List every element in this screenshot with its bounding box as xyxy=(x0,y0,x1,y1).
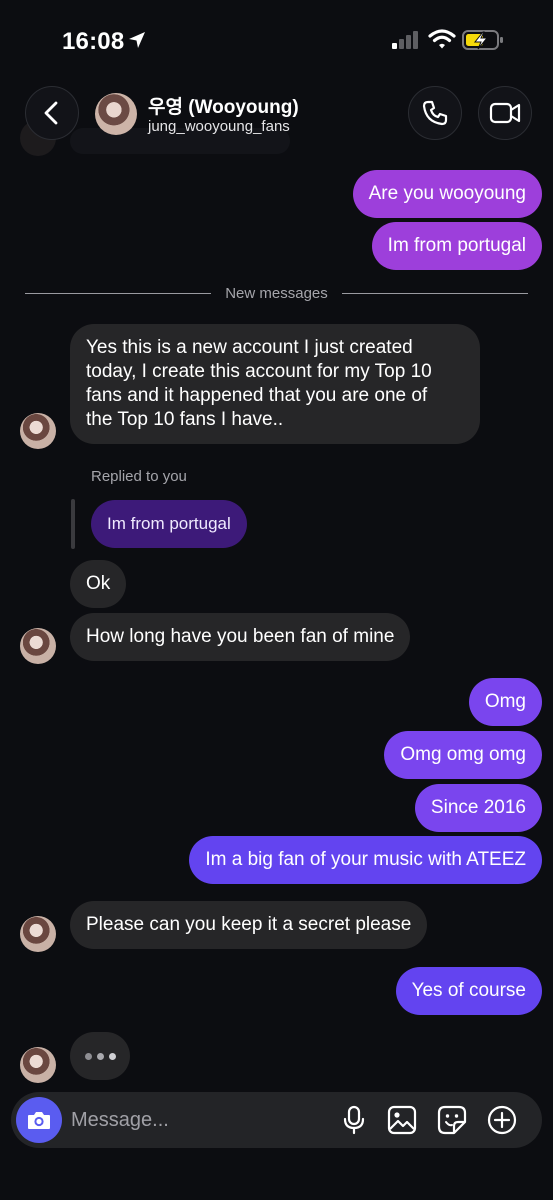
message-text: Since 2016 xyxy=(430,797,526,818)
message-text: Please can you keep it a secret please xyxy=(86,914,412,935)
contact-avatar[interactable] xyxy=(95,93,137,135)
message-text: Im from portugal xyxy=(387,235,526,256)
cellular-signal-icon xyxy=(392,31,418,49)
message-text-line: fans and it happened that you are one of xyxy=(86,385,428,406)
typing-indicator xyxy=(70,1032,130,1080)
contact-username[interactable]: jung_wooyoung_fans xyxy=(148,118,290,135)
incoming-message[interactable]: How long have you been fan of mine xyxy=(70,613,411,661)
incoming-message[interactable]: Ok xyxy=(70,560,127,608)
image-icon xyxy=(387,1105,417,1135)
message-text: Omg omg omg xyxy=(400,744,526,765)
message-text-line: the Top 10 fans I have.. xyxy=(86,409,284,430)
sticker-icon xyxy=(437,1105,467,1135)
message-text-line: today, I create this account for my Top … xyxy=(86,361,432,382)
divider-line-right xyxy=(342,293,528,294)
message-text: Im from portugal xyxy=(107,514,231,533)
sender-avatar[interactable] xyxy=(20,1047,56,1083)
outgoing-message[interactable]: Im from portugal xyxy=(371,222,542,270)
message-text: Omg xyxy=(484,691,526,712)
replied-to-you-label: Replied to you xyxy=(91,468,187,485)
incoming-message[interactable]: Yes this is a new account I just created… xyxy=(70,324,480,444)
outgoing-message[interactable]: Im a big fan of your music with ATEEZ xyxy=(189,836,542,884)
sender-avatar[interactable] xyxy=(20,916,56,952)
back-button[interactable] xyxy=(25,86,79,140)
message-text: How long have you been fan of mine xyxy=(86,626,395,647)
outgoing-message[interactable]: Are you wooyoung xyxy=(352,170,542,218)
typing-dot xyxy=(108,1052,116,1060)
chevron-left-icon xyxy=(44,101,58,125)
camera-button[interactable] xyxy=(16,1097,62,1143)
message-text-line: Yes this is a new account I just created xyxy=(86,337,413,358)
typing-dot xyxy=(84,1052,92,1060)
location-arrow-icon xyxy=(129,32,145,48)
gallery-button[interactable] xyxy=(386,1104,418,1136)
message-composer xyxy=(11,1092,542,1148)
plus-circle-icon xyxy=(487,1105,517,1135)
message-text: Yes of course xyxy=(411,980,526,1001)
typing-dot xyxy=(96,1052,104,1060)
outgoing-message[interactable]: Omg xyxy=(468,678,542,726)
incoming-message[interactable]: Please can you keep it a secret please xyxy=(70,901,428,949)
sticker-button[interactable] xyxy=(436,1104,468,1136)
message-text: Im a big fan of your music with ATEEZ xyxy=(205,849,526,870)
message-text: Are you wooyoung xyxy=(368,183,526,204)
chat-header: 우영 (Wooyoung) jung_wooyoung_fans xyxy=(0,80,553,160)
reply-indicator-bar xyxy=(71,499,75,549)
outgoing-message[interactable]: Omg omg omg xyxy=(384,731,542,779)
chat-screen: 16:08 우영 (Wooyoung) jung_wooyoung_fans A… xyxy=(0,0,553,1200)
phone-icon xyxy=(422,100,448,126)
add-button[interactable] xyxy=(486,1104,518,1136)
status-time: 16:08 xyxy=(62,28,125,55)
message-input[interactable] xyxy=(71,1106,321,1134)
video-camera-icon xyxy=(489,102,521,124)
bottom-safe-area xyxy=(0,1160,553,1200)
status-bar: 16:08 xyxy=(0,0,553,80)
audio-call-button[interactable] xyxy=(408,86,462,140)
sender-avatar[interactable] xyxy=(20,413,56,449)
sender-avatar[interactable] xyxy=(20,628,56,664)
battery-charging-icon xyxy=(462,30,503,50)
voice-message-button[interactable] xyxy=(338,1104,370,1136)
contact-display-name[interactable]: 우영 (Wooyoung) xyxy=(148,92,299,119)
outgoing-message[interactable]: Since 2016 xyxy=(414,784,542,832)
quoted-reply-message[interactable]: Im from portugal xyxy=(91,500,247,548)
video-call-button[interactable] xyxy=(478,86,532,140)
outgoing-message[interactable]: Yes of course xyxy=(395,967,542,1015)
wifi-icon xyxy=(428,29,456,49)
message-text: Ok xyxy=(86,573,111,594)
camera-icon xyxy=(28,1112,50,1129)
microphone-icon xyxy=(343,1105,365,1135)
